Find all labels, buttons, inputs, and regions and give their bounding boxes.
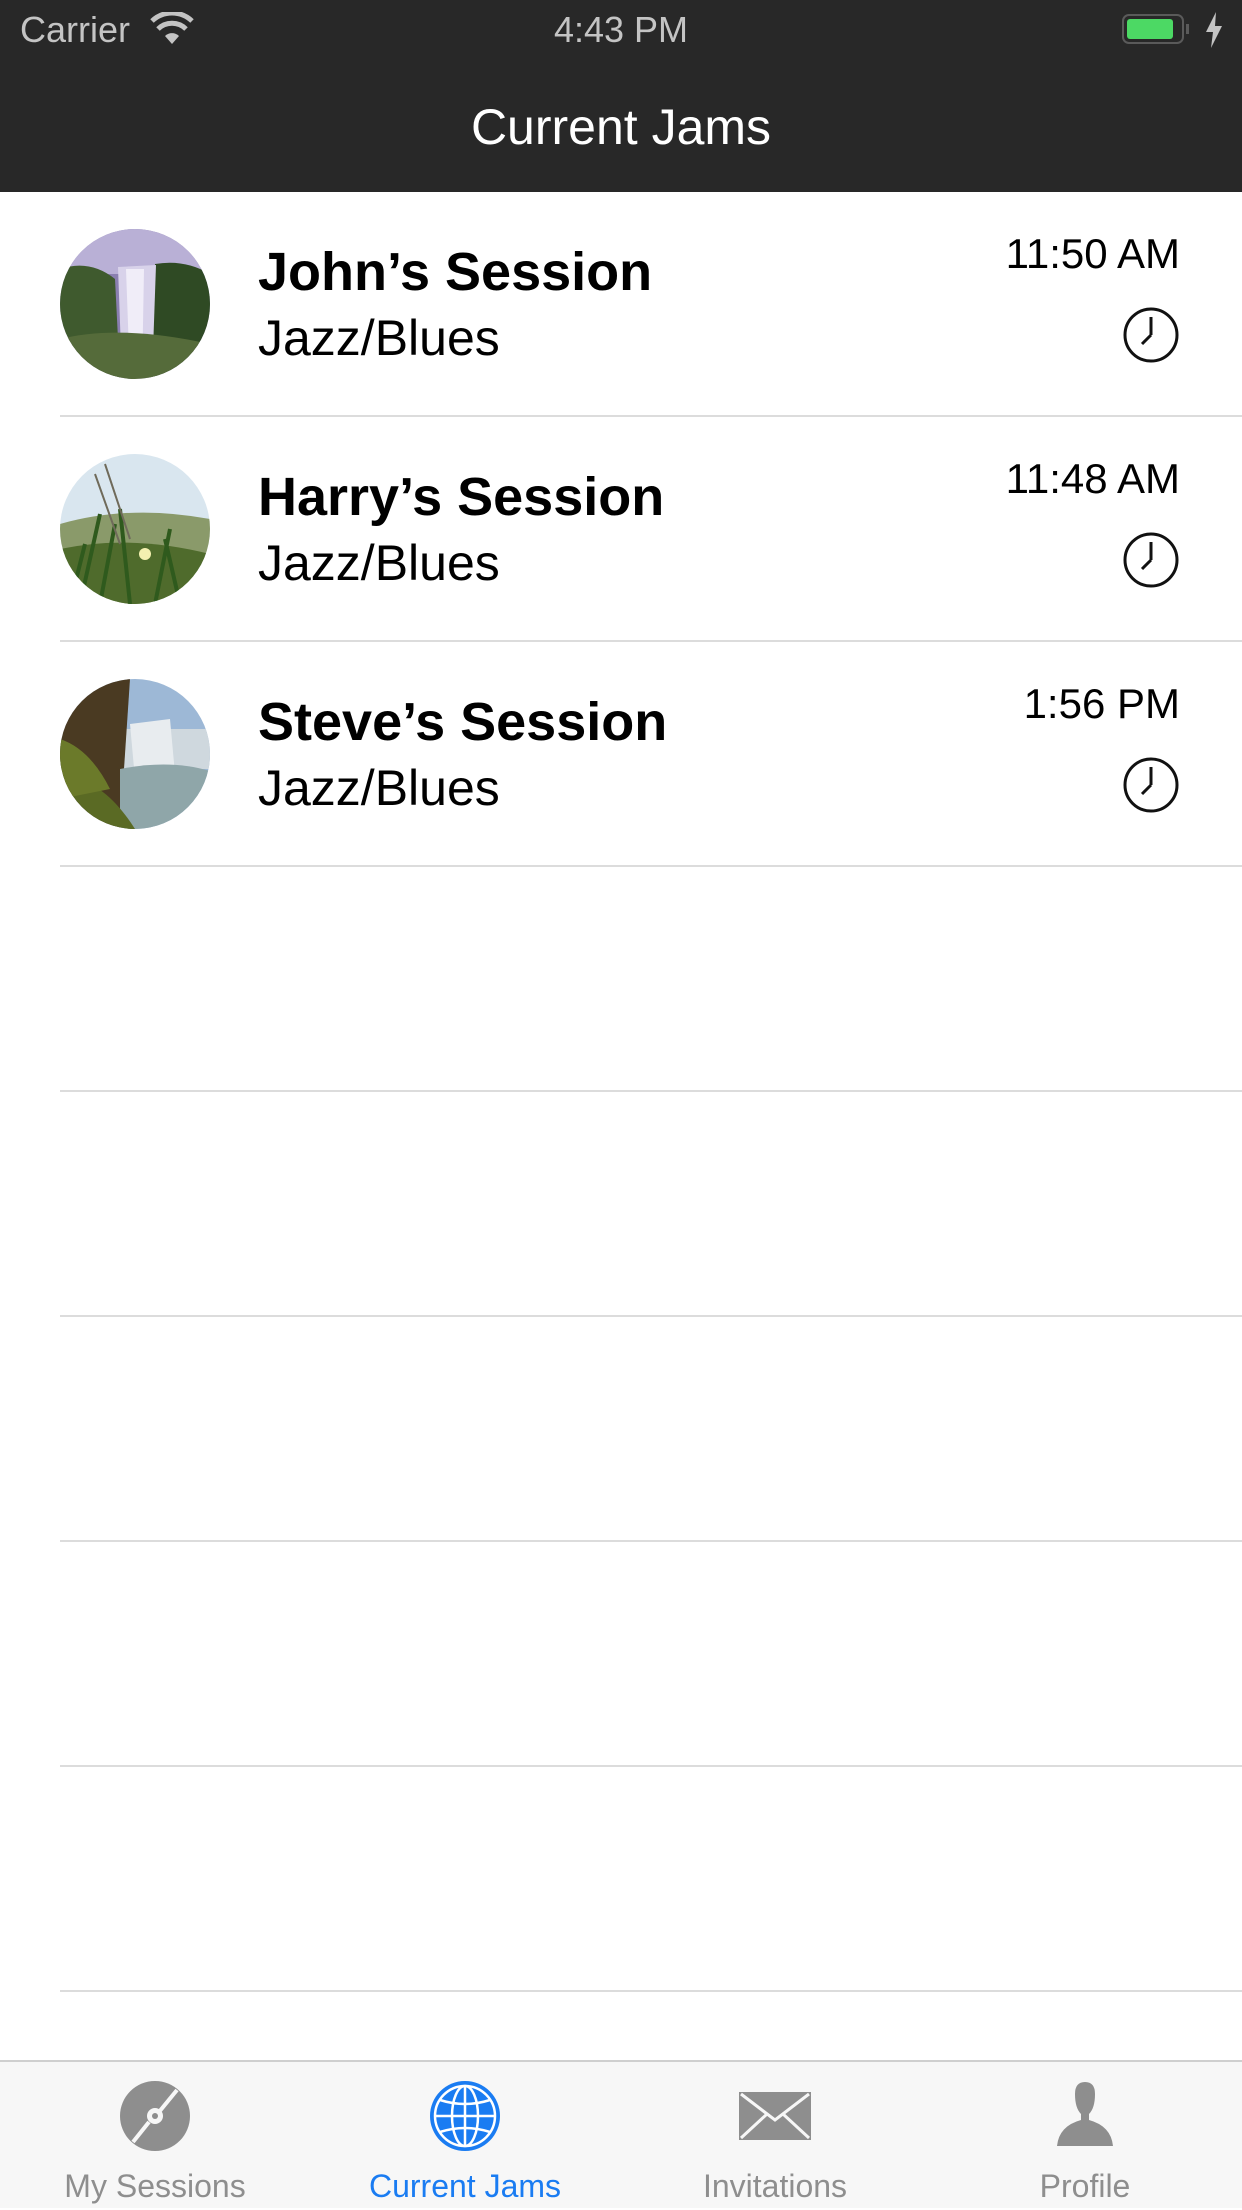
session-title: John’s Session xyxy=(258,242,653,302)
row-separator xyxy=(60,1990,1242,1992)
person-icon xyxy=(1057,2082,1113,2146)
row-separator xyxy=(60,1315,1242,1317)
top-bar: Carrier 4:43 PM Current Jams xyxy=(0,0,1242,192)
session-row[interactable]: Harry’s Session Jazz/Blues 11:48 AM xyxy=(0,417,1242,642)
page-title: Current Jams xyxy=(470,99,772,155)
tab-label: Invitations xyxy=(702,2168,848,2204)
disc-icon xyxy=(120,2081,190,2151)
status-time: 4:43 PM xyxy=(553,9,689,50)
coastal-waterfall-photo-avatar xyxy=(60,679,210,829)
row-separator xyxy=(60,1765,1242,1767)
session-row[interactable]: Steve’s Session Jazz/Blues 1:56 PM xyxy=(0,642,1242,867)
clock-icon xyxy=(1123,532,1179,588)
tab-my-sessions[interactable]: My Sessions xyxy=(0,2062,310,2210)
waterfall-photo-avatar xyxy=(60,229,210,379)
tab-invitations[interactable]: Invitations xyxy=(620,2062,930,2210)
session-time: 1:56 PM xyxy=(1023,680,1180,727)
session-time: 11:50 AM xyxy=(1005,230,1180,277)
row-separator xyxy=(60,865,1242,867)
session-row[interactable]: John’s Session Jazz/Blues 11:50 AM xyxy=(0,192,1242,417)
session-title: Steve’s Session xyxy=(258,692,668,752)
clock-icon xyxy=(1123,307,1179,363)
tab-label: Profile xyxy=(1039,2168,1131,2204)
clock-icon xyxy=(1123,757,1179,813)
session-title: Harry’s Session xyxy=(258,467,665,527)
tab-label: My Sessions xyxy=(64,2168,246,2204)
envelope-icon xyxy=(739,2092,811,2140)
row-separator xyxy=(60,1090,1242,1092)
row-separator xyxy=(60,1540,1242,1542)
globe-icon xyxy=(430,2081,500,2151)
charging-bolt-icon xyxy=(1206,12,1222,48)
tab-profile[interactable]: Profile xyxy=(930,2062,1240,2210)
tab-current-jams[interactable]: Current Jams xyxy=(310,2062,620,2210)
grass-flower-photo-avatar xyxy=(60,454,210,604)
battery-icon xyxy=(1122,14,1189,44)
session-genre: Jazz/Blues xyxy=(258,535,500,591)
session-list: John’s Session Jazz/Blues 11:50 AM Harry… xyxy=(0,192,1242,2060)
session-genre: Jazz/Blues xyxy=(258,310,500,366)
tab-bar: My Sessions Current Jams Invitations Pro… xyxy=(0,2060,1242,2208)
session-genre: Jazz/Blues xyxy=(258,760,500,816)
tab-label: Current Jams xyxy=(368,2168,562,2204)
session-time: 11:48 AM xyxy=(1005,455,1180,502)
